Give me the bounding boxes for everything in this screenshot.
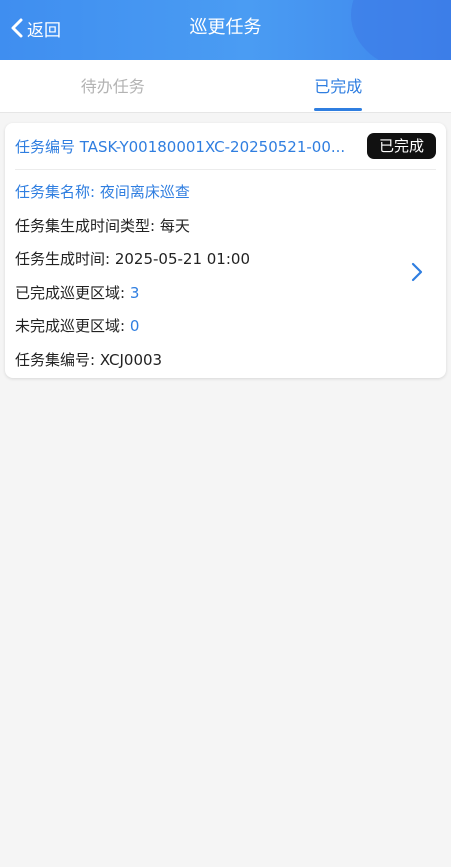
completed-areas: 已完成巡更区域: 3 xyxy=(15,277,436,311)
completed-areas-value: 3 xyxy=(129,283,140,302)
task-number: 任务编号 TASK-Y00180001XC-20250521-00... xyxy=(15,137,346,156)
tab-bar: 待办任务 已完成 xyxy=(0,60,451,113)
page-title: 巡更任务 xyxy=(189,17,262,38)
task-card[interactable]: 任务编号 TASK-Y00180001XC-20250521-00... 已完成… xyxy=(5,123,446,378)
uncompleted-areas-value: 0 xyxy=(129,317,140,335)
uncompleted-areas: 未完成巡更区域: 0 xyxy=(15,310,436,344)
chevron-right-icon[interactable] xyxy=(410,261,424,287)
card-header: 任务编号 TASK-Y00180001XC-20250521-00... 已完成 xyxy=(15,123,436,170)
status-badge: 已完成 xyxy=(366,133,436,159)
task-gen-type: 任务集生成时间类型: 每天 xyxy=(15,216,190,235)
task-gen-time: 任务生成时间: 2025-05-21 01:00 xyxy=(15,250,250,268)
task-set-name: 任务集名称: 夜间离床巡查 xyxy=(15,183,190,201)
uncompleted-areas-label: 未完成巡更区域: xyxy=(15,317,130,335)
card-body: 任务集名称: 夜间离床巡查 任务集生成时间类型: 每天 任务生成时间: 2025… xyxy=(15,170,436,377)
tab-completed[interactable]: 已完成 xyxy=(226,60,451,112)
app-header: 返回 巡更任务 xyxy=(0,0,451,60)
task-set-number: 任务集编号: XCJ0003 xyxy=(15,350,163,369)
completed-areas-label: 已完成巡更区域: xyxy=(15,283,130,302)
tab-pending[interactable]: 待办任务 xyxy=(0,60,226,112)
